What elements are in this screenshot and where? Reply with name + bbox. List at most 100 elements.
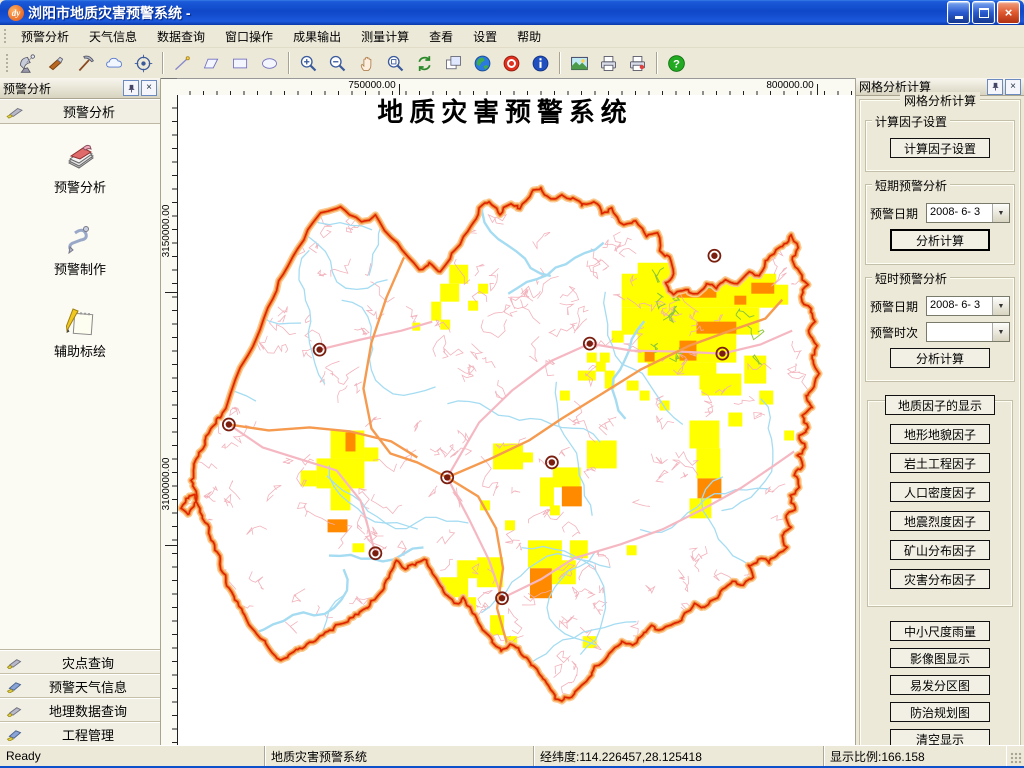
left-section-bar[interactable]: 预警分析 (0, 99, 160, 124)
factor-setting-group: 计算因子设置 计算因子设置 (865, 120, 1015, 172)
status-bar: Ready 地质灾害预警系统 经纬度:114.226457,28.125418 … (0, 745, 1024, 766)
factor-button-4[interactable]: 矿山分布因子 (890, 540, 990, 560)
map-canvas[interactable]: 地质灾害预警系统 (177, 95, 855, 746)
nowcast-date-label: 预警日期 (870, 298, 926, 315)
nowcast-date-combo[interactable]: 2008- 6- 3 ▼ (926, 296, 1010, 316)
warning-cell (600, 353, 610, 363)
extra-button-2[interactable]: 易发分区图 (890, 675, 990, 695)
factor-button-3[interactable]: 地震烈度因子 (890, 511, 990, 531)
menu-item-7[interactable]: 设置 (463, 26, 507, 47)
zoom-out-icon[interactable] (324, 50, 351, 77)
zoom-in-icon[interactable] (295, 50, 322, 77)
menu-item-2[interactable]: 数据查询 (147, 26, 215, 47)
sidebar-item-2[interactable]: 地理数据查询 (0, 698, 160, 722)
factor-button-1[interactable]: 岩土工程因子 (890, 453, 990, 473)
pin-icon[interactable] (123, 80, 139, 96)
pick-icon[interactable] (72, 50, 99, 77)
factor-button-2[interactable]: 人口密度因子 (890, 482, 990, 502)
print-icon[interactable] (595, 50, 622, 77)
nowcast-analyze-button[interactable]: 分析计算 (890, 348, 990, 368)
satellite-icon[interactable] (14, 50, 41, 77)
menu-item-0[interactable]: 预警分析 (11, 26, 79, 47)
info-icon[interactable] (527, 50, 554, 77)
sweep-icon[interactable] (43, 50, 70, 77)
warning-cell (560, 391, 570, 401)
pin-icon[interactable] (987, 79, 1003, 95)
warning-cell (352, 543, 364, 552)
extra-button-3[interactable]: 防治规划图 (890, 702, 990, 722)
ellipse-icon[interactable] (256, 50, 283, 77)
short-term-analyze-button[interactable]: 分析计算 (890, 229, 990, 251)
town-marker-core (499, 595, 505, 601)
rivers (178, 110, 855, 722)
restore-button[interactable] (972, 1, 995, 24)
menu-item-1[interactable]: 天气信息 (79, 26, 147, 47)
target-icon[interactable] (130, 50, 157, 77)
warning-cell (640, 391, 650, 401)
stop-icon[interactable] (498, 50, 525, 77)
town-marker-core (587, 340, 593, 346)
chevron-down-icon[interactable]: ▼ (992, 204, 1009, 222)
factor-button-5[interactable]: 灾害分布因子 (890, 569, 990, 589)
help-icon[interactable]: ? (663, 50, 690, 77)
factor-button-0[interactable]: 地形地貌因子 (890, 424, 990, 444)
status-scale: 显示比例:166.158 (824, 746, 1006, 766)
geo-factor-display-button[interactable]: 地质因子的显示 (885, 395, 995, 415)
chevron-down-icon[interactable]: ▼ (992, 297, 1009, 315)
nowcast-time-label: 预警时次 (870, 324, 926, 341)
extra-button-1[interactable]: 影像图显示 (890, 648, 990, 668)
map-svg[interactable]: 地质灾害预警系统 (178, 95, 855, 746)
warning-cell (587, 353, 597, 363)
minimize-button[interactable] (947, 1, 970, 24)
zoom-window-icon[interactable] (382, 50, 409, 77)
warning-cell (328, 519, 348, 532)
globe-icon[interactable] (469, 50, 496, 77)
tool-item-0[interactable]: 预警分析 (54, 140, 106, 196)
town-marker-core (226, 421, 232, 427)
nowcast-group: 短时预警分析 预警日期 2008- 6- 3 ▼ 预警时次 (865, 277, 1015, 382)
refresh-icon[interactable] (411, 50, 438, 77)
menu-item-6[interactable]: 查看 (419, 26, 463, 47)
print-preview-icon[interactable] (624, 50, 651, 77)
line-icon[interactable] (169, 50, 196, 77)
polygon-icon[interactable] (198, 50, 225, 77)
menu-grip (3, 28, 8, 43)
tool-item-1[interactable]: 预警制作 (54, 222, 106, 278)
cloud-icon[interactable] (101, 50, 128, 77)
warning-cell (587, 440, 617, 468)
menu-item-8[interactable]: 帮助 (507, 26, 551, 47)
warning-cell (331, 488, 351, 510)
warning-cell (440, 284, 459, 302)
rectangle-icon[interactable] (227, 50, 254, 77)
chevron-down-icon[interactable]: ▼ (992, 323, 1009, 341)
menu-item-4[interactable]: 成果输出 (283, 26, 351, 47)
menu-item-5[interactable]: 测量计算 (351, 26, 419, 47)
tool-item-2[interactable]: 辅助标绘 (54, 304, 106, 360)
warning-date-label: 预警日期 (870, 205, 926, 222)
extra-button-0[interactable]: 中小尺度雨量 (890, 621, 990, 641)
factor-setting-button[interactable]: 计算因子设置 (890, 138, 990, 158)
town-marker-core (719, 350, 725, 356)
app-window: dy 浏阳市地质灾害预警系统 - × 预警分析天气信息数据查询窗口操作成果输出测… (0, 0, 1024, 768)
extra-buttons: 中小尺度雨量影像图显示易发分区图防治规划图清空显示 (863, 621, 1017, 749)
sidebar-item-0[interactable]: 灾点查询 (0, 650, 160, 674)
warning-date-combo[interactable]: 2008- 6- 3 ▼ (926, 203, 1010, 223)
warning-cell (301, 470, 317, 486)
ruler-label: 800000.00 (766, 80, 813, 91)
close-button[interactable]: × (997, 1, 1020, 24)
group-title: 网格分析计算 (900, 92, 980, 109)
pan-icon[interactable] (353, 50, 380, 77)
town-marker-core (444, 474, 450, 480)
sidebar-item-1[interactable]: 预警天气信息 (0, 674, 160, 698)
sidebar-item-3[interactable]: 工程管理 (0, 722, 160, 746)
toolbar-separator (559, 52, 561, 74)
left-bottom-items: 灾点查询预警天气信息地理数据查询工程管理 (0, 649, 160, 746)
nowcast-time-combo[interactable]: ▼ (926, 322, 1010, 342)
layers-icon[interactable] (440, 50, 467, 77)
menu-item-3[interactable]: 窗口操作 (215, 26, 283, 47)
resize-grip-icon[interactable] (1006, 746, 1024, 766)
close-icon[interactable]: × (141, 80, 157, 96)
image-icon[interactable] (566, 50, 593, 77)
close-icon[interactable]: × (1005, 79, 1021, 95)
brush-icon (6, 680, 22, 693)
